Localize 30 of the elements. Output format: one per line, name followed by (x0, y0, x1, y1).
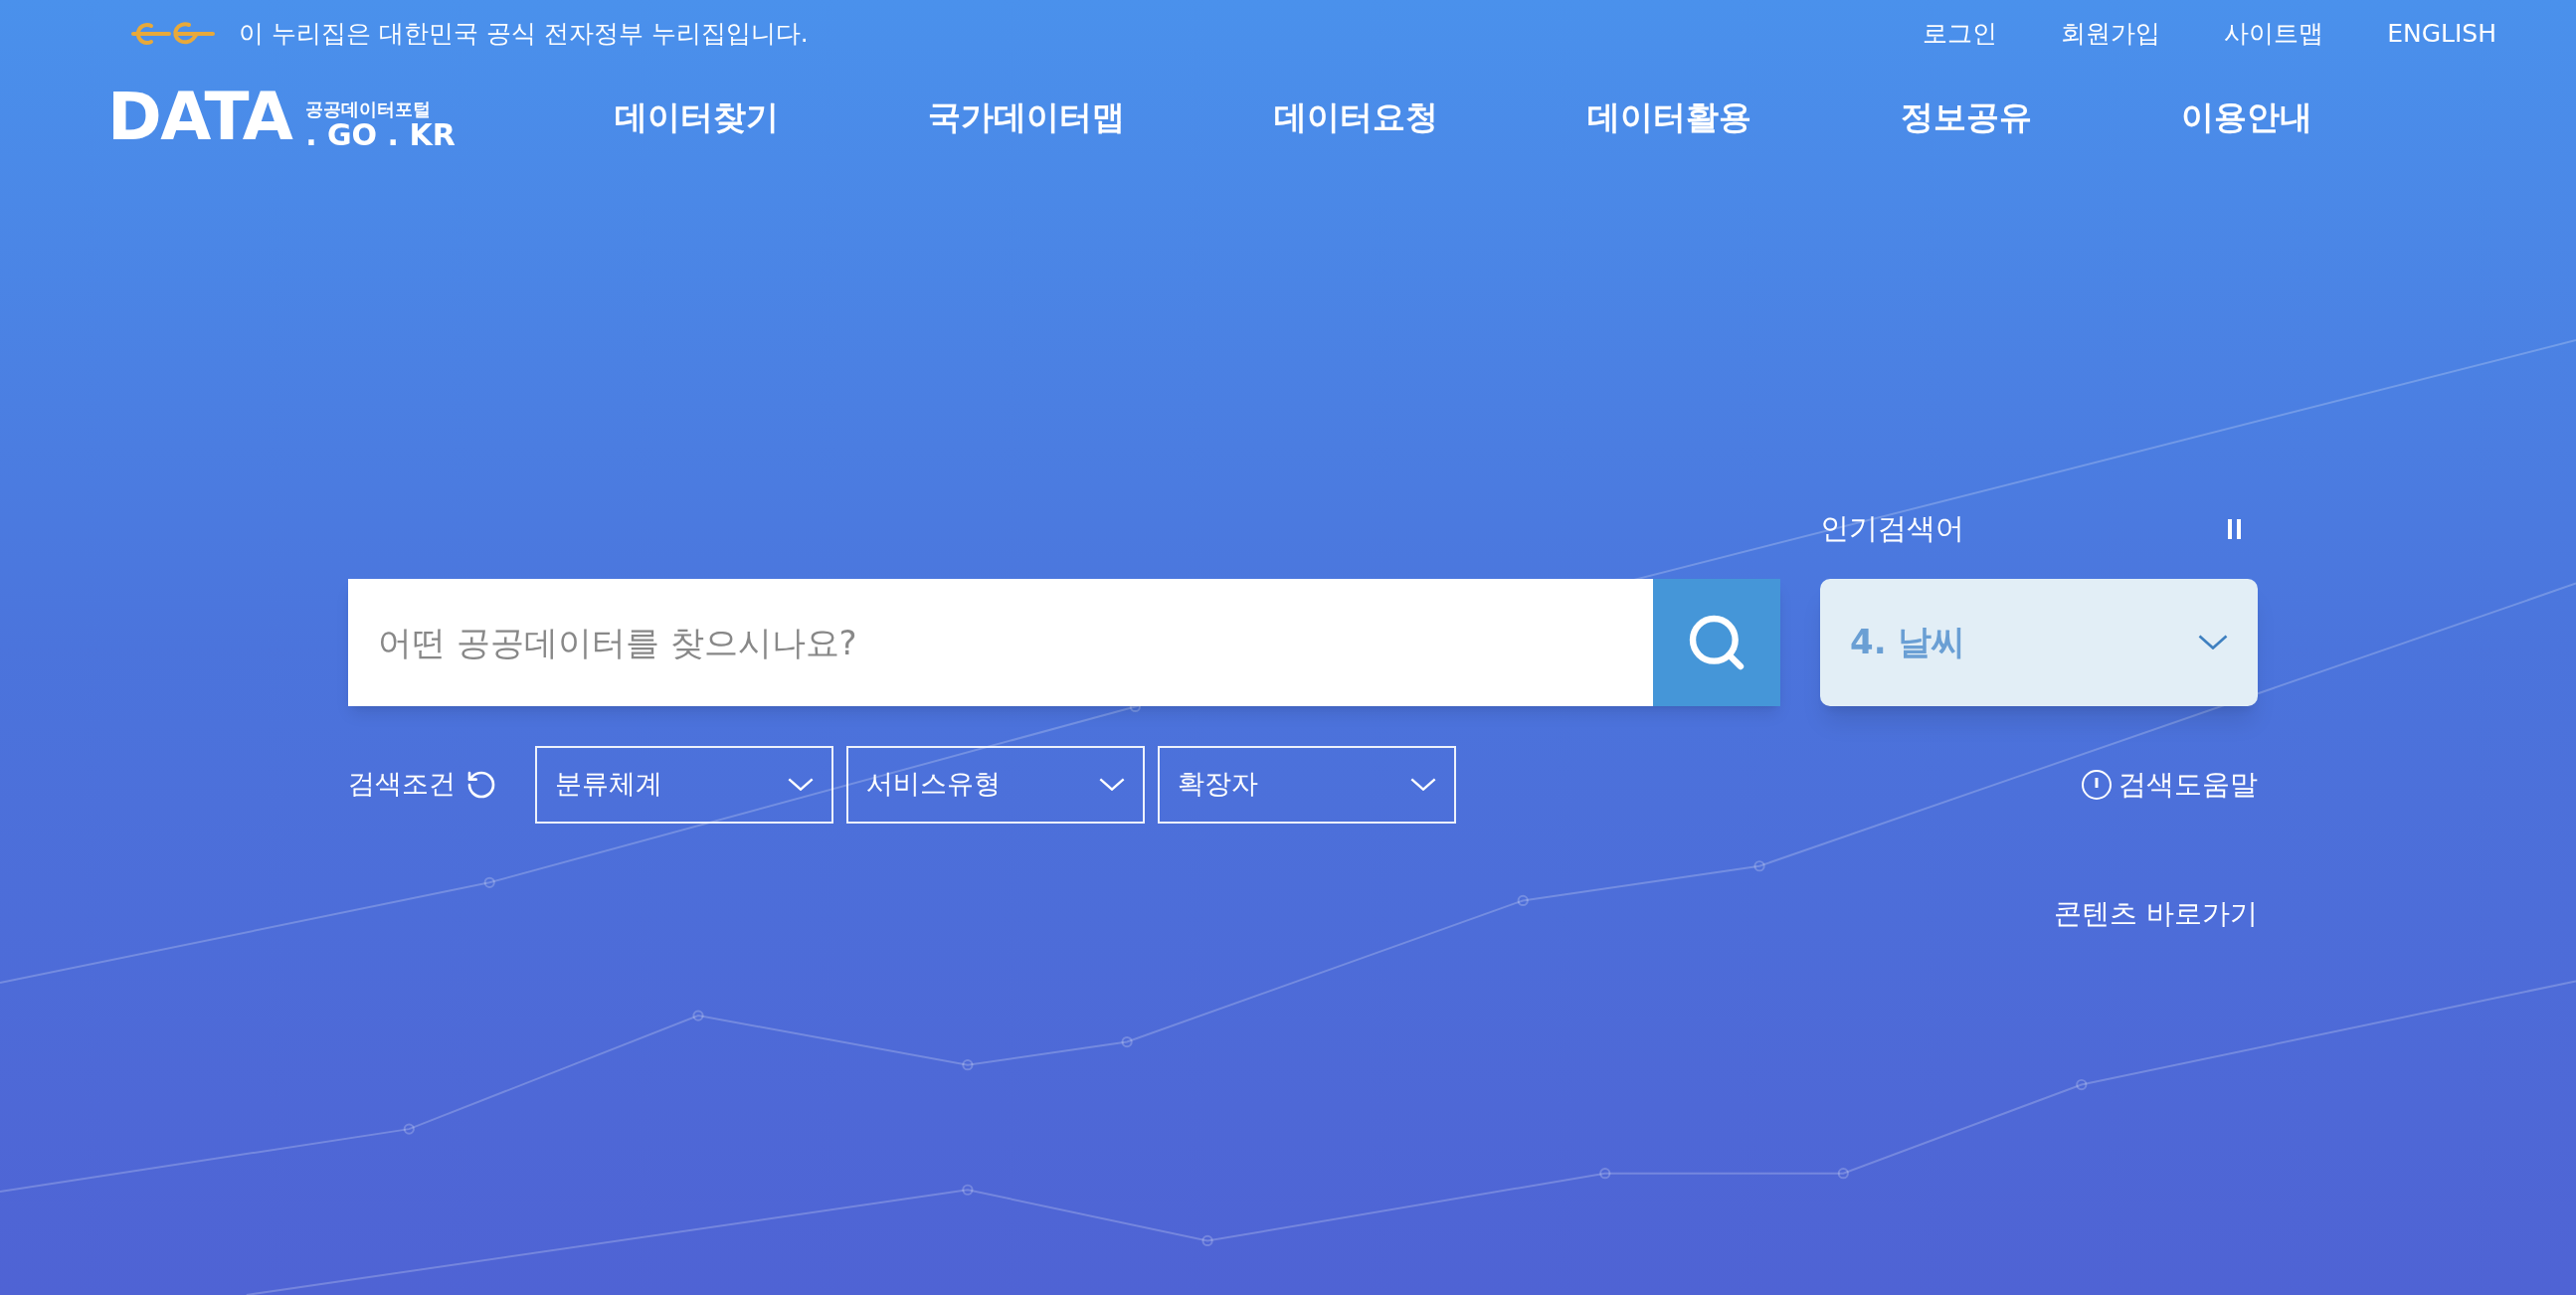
nav-menu-item[interactable]: 데이터요청 (1274, 92, 1438, 142)
info-icon (2081, 768, 2113, 801)
skip-to-content-link[interactable]: 콘텐츠 바로가기 (2054, 892, 2258, 935)
chevron-down-icon (788, 778, 814, 791)
search-field[interactable]: 어떤 공공데이터를 찾으시나요? (348, 578, 1653, 706)
logo-subtitle: 공공데이터포털 (305, 97, 432, 120)
filter-select[interactable]: 분류체계 (535, 745, 833, 824)
search-help-link[interactable]: 검색도움말 (2081, 763, 2258, 806)
nav-menu-item[interactable]: 정보공유 (1901, 92, 2032, 142)
utility-link[interactable]: ENGLISH (2387, 15, 2496, 53)
chevron-down-icon (2198, 635, 2228, 649)
search-conditions-label: 검색조건 (348, 767, 456, 802)
pause-button[interactable] (2228, 518, 2244, 539)
nav-menu-item[interactable]: 이용안내 (2181, 92, 2312, 142)
chevron-down-icon (1410, 778, 1436, 791)
filter-select[interactable]: 서비스유형 (846, 745, 1145, 824)
utility-link[interactable]: 로그인 (1923, 15, 1998, 53)
popular-search-dropdown[interactable]: 4. 날씨 (1820, 578, 2258, 706)
search-button[interactable] (1653, 578, 1780, 706)
logo-domain: . GO . KR (305, 120, 456, 150)
official-site-notice: 이 누리집은 대한민국 공식 전자정부 누리집입니다. (239, 18, 809, 51)
nav-menu-item[interactable]: 데이터활용 (1587, 92, 1751, 142)
nav-menu-item[interactable]: 국가데이터맵 (928, 92, 1125, 142)
logo-wordmark[interactable]: DATA (107, 85, 292, 150)
chevron-down-icon (1099, 778, 1125, 791)
nav-menu-item[interactable]: 데이터찾기 (615, 92, 779, 142)
utility-link[interactable]: 사이트맵 (2224, 15, 2324, 53)
popular-searches-title: 인기검색어 (1820, 510, 1964, 547)
filter-select[interactable]: 확장자 (1158, 745, 1456, 824)
utility-link[interactable]: 회원가입 (2061, 15, 2161, 53)
